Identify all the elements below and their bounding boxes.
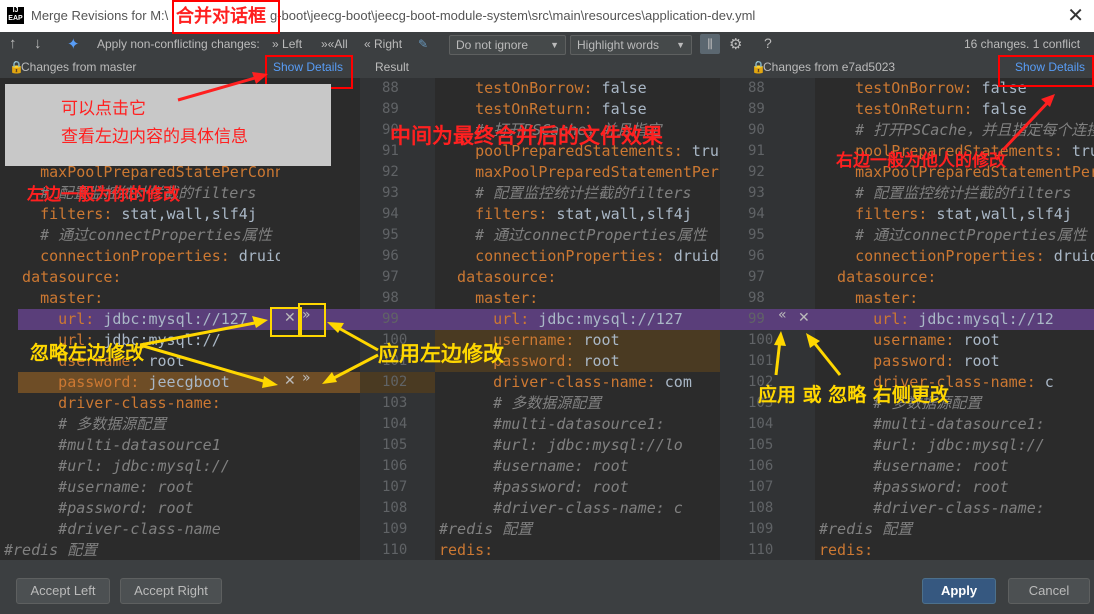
annotation-arrows [139, 72, 1055, 388]
apply-left-annotation: 应用左边修改 [378, 342, 504, 366]
right-description-annotation: 右边一般为他人的修改 [836, 151, 1006, 171]
ignore-left-annotation: 忽略左边修改 [30, 342, 145, 364]
apply-left-highlight [298, 303, 326, 337]
left-description-annotation: 左边一般为你的修改 [27, 185, 180, 205]
center-description-annotation: 中间为最终合并后的文件效果 [390, 124, 663, 148]
apply-or-ignore-right-annotation: 应用 或 忽略 右侧更改 [758, 384, 949, 406]
